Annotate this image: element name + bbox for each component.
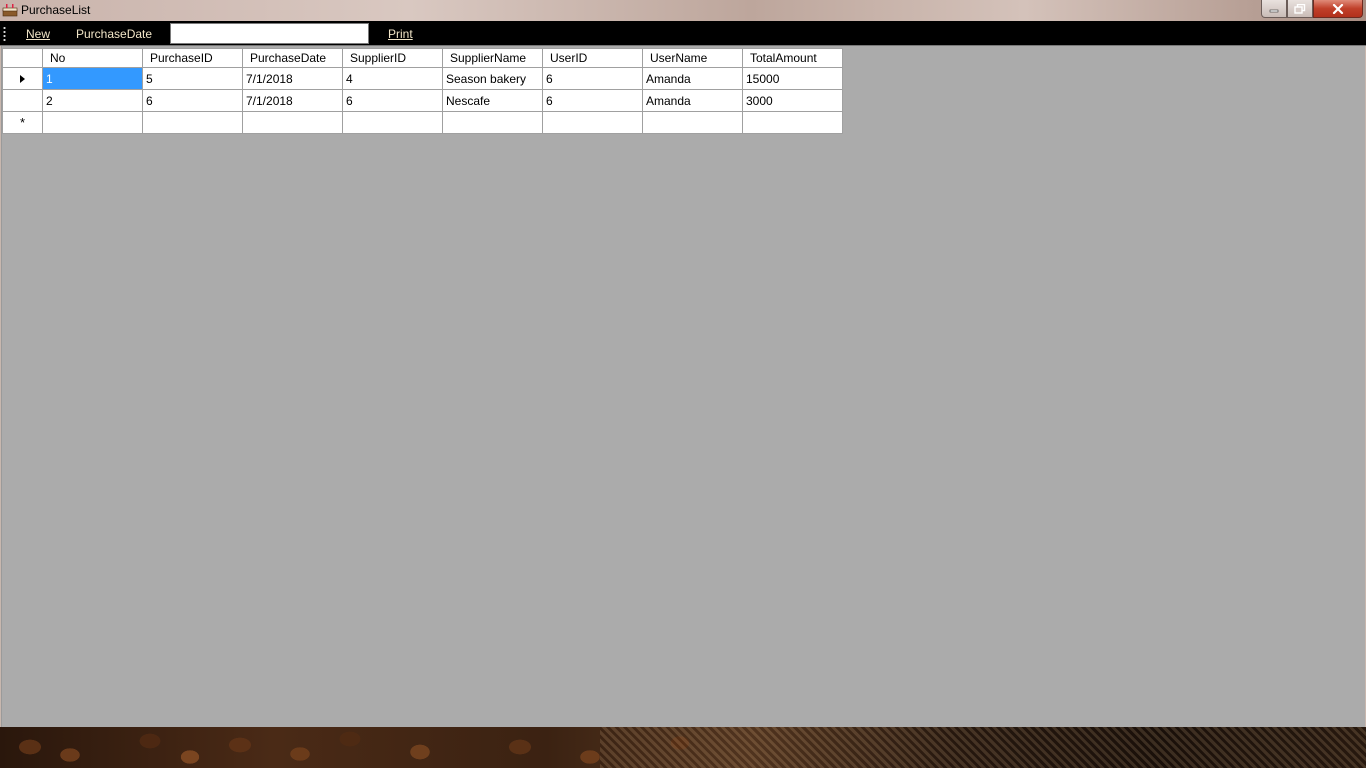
row-header-current[interactable] xyxy=(2,67,43,90)
grid-cell-new[interactable] xyxy=(242,111,343,134)
new-menu-item[interactable]: New xyxy=(26,27,50,41)
column-header-user-id[interactable]: UserID xyxy=(542,48,643,68)
row-header-new[interactable]: * xyxy=(2,111,43,134)
grid-cell[interactable]: 7/1/2018 xyxy=(242,89,343,112)
grid-cell[interactable]: Amanda xyxy=(642,89,743,112)
column-header-purchase-id[interactable]: PurchaseID xyxy=(142,48,243,68)
grid-cell[interactable]: 6 xyxy=(542,89,643,112)
grid-cell[interactable]: 2 xyxy=(42,89,143,112)
grid-cell-new[interactable] xyxy=(742,111,843,134)
minimize-button[interactable] xyxy=(1261,0,1287,18)
close-button[interactable] xyxy=(1313,0,1363,18)
toolstrip-grip-icon[interactable] xyxy=(3,26,6,41)
grid-cell[interactable]: 6 xyxy=(342,89,443,112)
title-bar[interactable]: PurchaseList xyxy=(0,0,1366,21)
grid-corner-header[interactable] xyxy=(2,48,43,68)
grid-cell[interactable]: 5 xyxy=(142,67,243,90)
grid-cell[interactable]: 6 xyxy=(142,89,243,112)
grid-header-row: No PurchaseID PurchaseDate SupplierID Su… xyxy=(2,48,843,68)
new-row-asterisk-icon: * xyxy=(19,115,26,130)
grid-cell-new[interactable] xyxy=(342,111,443,134)
cake-app-icon xyxy=(2,4,18,17)
column-header-supplier-id[interactable]: SupplierID xyxy=(342,48,443,68)
close-icon xyxy=(1332,3,1344,14)
grid-cell[interactable]: 3000 xyxy=(742,89,843,112)
grid-cell[interactable]: Nescafe xyxy=(442,89,543,112)
purchase-date-input[interactable] xyxy=(170,23,369,44)
row-header[interactable] xyxy=(2,89,43,112)
grid-table: No PurchaseID PurchaseDate SupplierID Su… xyxy=(2,48,843,134)
purchase-list-window: PurchaseList New PurchaseDate Print No P… xyxy=(0,0,1366,768)
table-row[interactable]: 1 5 7/1/2018 4 Season bakery 6 Amanda 15… xyxy=(2,67,843,90)
menu-strip: New PurchaseDate Print xyxy=(0,21,1366,46)
grid-cell[interactable]: Amanda xyxy=(642,67,743,90)
column-header-supplier-name[interactable]: SupplierName xyxy=(442,48,543,68)
grid-cell[interactable]: Season bakery xyxy=(442,67,543,90)
grid-cell[interactable]: 4 xyxy=(342,67,443,90)
grid-cell[interactable]: 1 xyxy=(42,67,143,90)
column-header-purchase-date[interactable]: PurchaseDate xyxy=(242,48,343,68)
print-menu-item[interactable]: Print xyxy=(388,27,413,41)
restore-button[interactable] xyxy=(1287,0,1313,18)
grid-cell-new[interactable] xyxy=(42,111,143,134)
purchase-date-label: PurchaseDate xyxy=(76,27,153,41)
window-title: PurchaseList xyxy=(21,3,91,17)
column-header-total-amount[interactable]: TotalAmount xyxy=(742,48,843,68)
coffee-beans-background-image xyxy=(0,727,1366,768)
new-row[interactable]: * xyxy=(2,111,843,134)
column-header-no[interactable]: No xyxy=(42,48,143,68)
grid-cell-new[interactable] xyxy=(442,111,543,134)
current-row-arrow-icon xyxy=(20,74,25,83)
grid-cell-new[interactable] xyxy=(142,111,243,134)
restore-icon xyxy=(1294,3,1306,14)
grid-cell[interactable]: 6 xyxy=(542,67,643,90)
column-header-user-name[interactable]: UserName xyxy=(642,48,743,68)
table-row[interactable]: 2 6 7/1/2018 6 Nescafe 6 Amanda 3000 xyxy=(2,89,843,112)
grid-cell[interactable]: 7/1/2018 xyxy=(242,67,343,90)
grid-cell-new[interactable] xyxy=(642,111,743,134)
purchase-data-grid[interactable]: No PurchaseID PurchaseDate SupplierID Su… xyxy=(1,46,1365,727)
grid-cell[interactable]: 15000 xyxy=(742,67,843,90)
minimize-icon xyxy=(1269,9,1279,12)
grid-cell-new[interactable] xyxy=(542,111,643,134)
